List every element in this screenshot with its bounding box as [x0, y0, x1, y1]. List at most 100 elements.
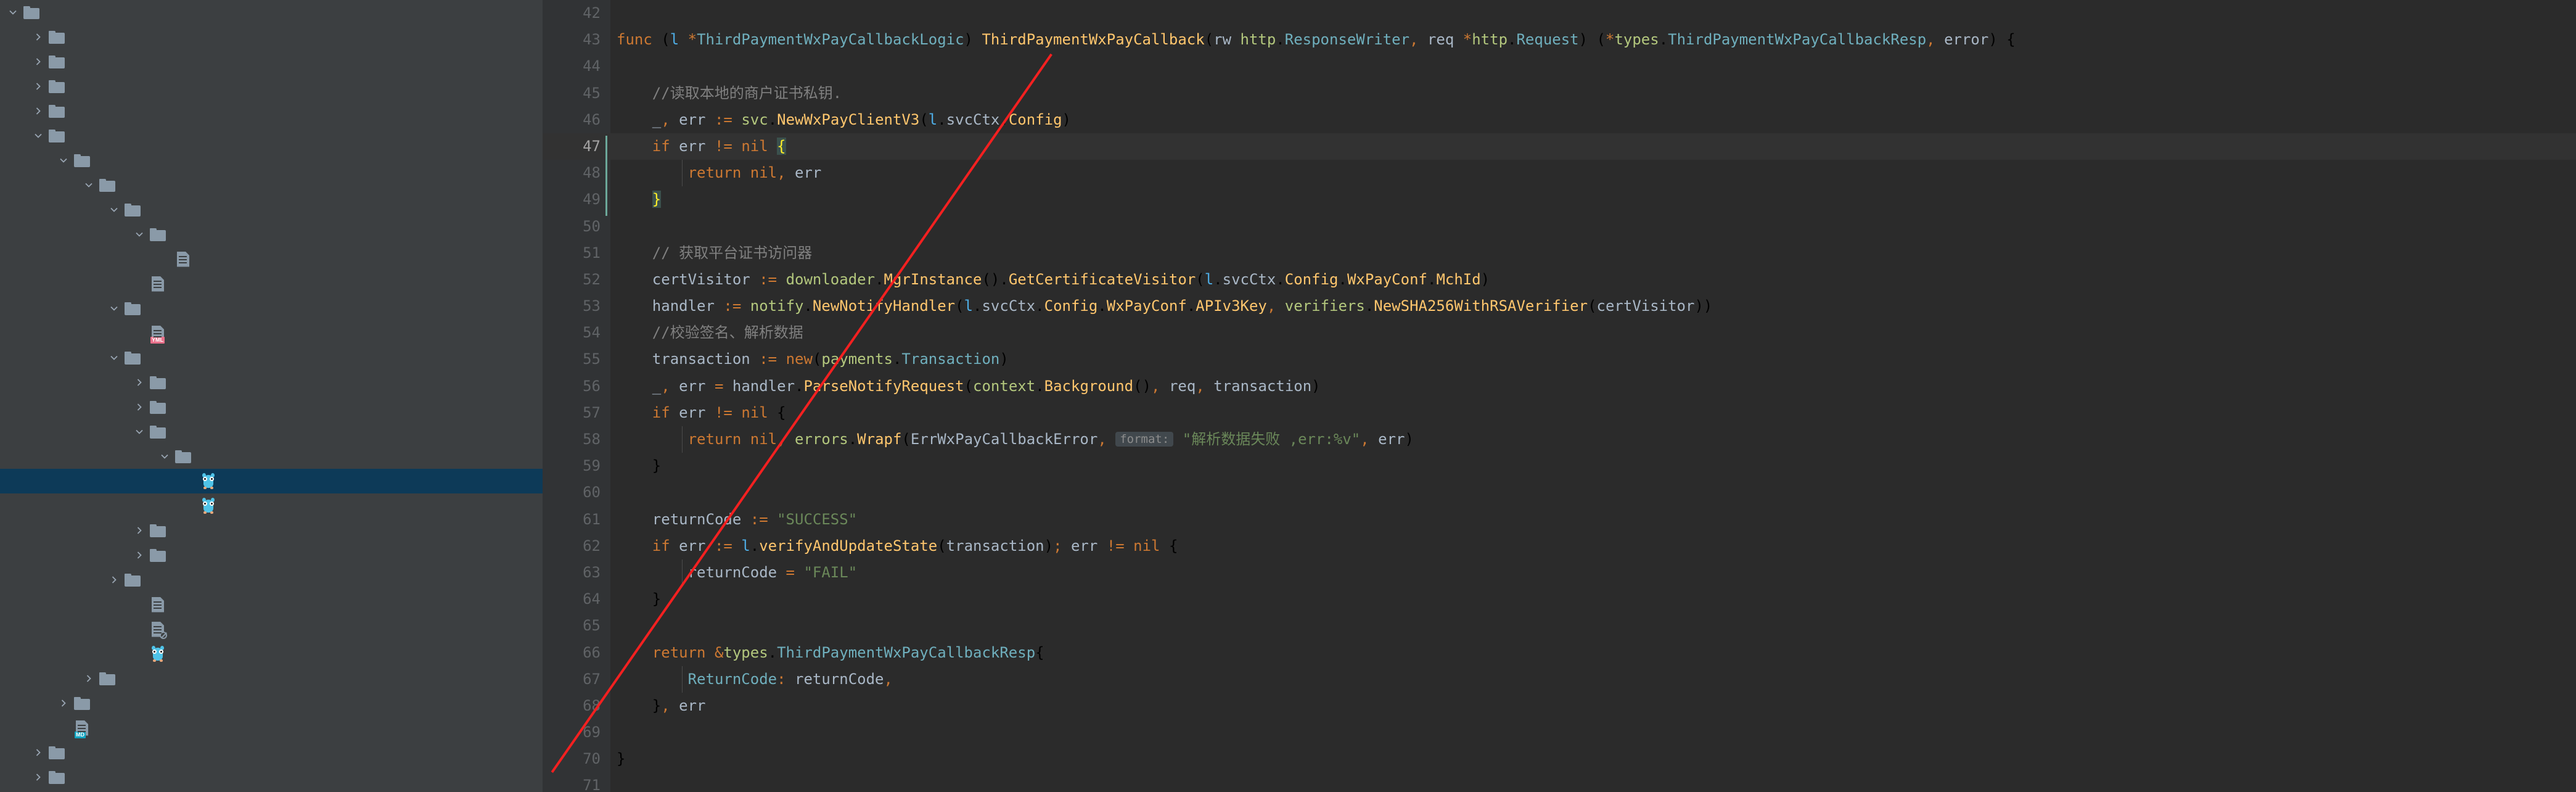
code-line-56[interactable]: _, err = handler.ParseNotifyRequest(cont… [610, 373, 2576, 400]
line-number[interactable]: 58 [543, 426, 610, 453]
line-number[interactable]: 60 [543, 479, 610, 506]
line-number[interactable]: 49 [543, 186, 610, 213]
tree-item-logic[interactable] [0, 419, 543, 444]
code-line-55[interactable]: transaction := new(payments.Transaction) [610, 346, 2576, 373]
code-line-57[interactable]: if err != nil { [610, 400, 2576, 426]
tree-item-thirdpaymentwxpaycallbacklogic[interactable] [0, 469, 543, 493]
line-number[interactable]: 64 [543, 586, 610, 613]
code-line-54[interactable]: //校验签名、解析数据 [610, 320, 2576, 346]
chevron-right-icon[interactable] [131, 547, 147, 563]
code-area[interactable]: func (l *ThirdPaymentWxPayCallbackLogic)… [610, 0, 2576, 792]
line-number[interactable]: 59 [543, 453, 610, 479]
tree-item-model[interactable] [0, 691, 543, 716]
code-line-53[interactable]: handler := notify.NewNotifyHandler(l.svc… [610, 293, 2576, 320]
code-line-59[interactable]: } [610, 453, 2576, 479]
chevron-down-icon[interactable] [106, 202, 122, 218]
code-line-47[interactable]: if err != nil { [610, 133, 2576, 160]
tree-item-handler[interactable] [0, 395, 543, 419]
tree-item-etc[interactable] [0, 296, 543, 321]
tree-item-thirdpayment[interactable] [0, 444, 543, 469]
chevron-right-icon[interactable] [131, 399, 147, 415]
tree-item-internal[interactable] [0, 345, 543, 370]
tree-item--air-toml[interactable] [0, 592, 543, 617]
code-line-50[interactable] [610, 213, 2576, 240]
line-number[interactable]: 67 [543, 666, 610, 693]
chevron-right-icon[interactable] [30, 29, 46, 45]
tree-item-payment-api[interactable] [0, 271, 543, 296]
line-number[interactable]: 51 [543, 240, 610, 266]
editor-pane[interactable]: 42 43 44 45 46 47 48 49 50 51 52 53 54 55 56 57 58 59 60 61… [543, 0, 2576, 792]
chevron-down-icon[interactable] [131, 226, 147, 242]
tree-item-cmd[interactable] [0, 148, 543, 173]
tree-item-config[interactable] [0, 370, 543, 395]
tree-item-desc[interactable] [0, 197, 543, 222]
tree-item-api[interactable] [0, 173, 543, 197]
tree-item-identity[interactable] [0, 25, 543, 49]
line-number[interactable]: 42 [543, 0, 610, 27]
chevron-down-icon[interactable] [106, 300, 122, 316]
code-line-48[interactable]: return nil, err [610, 160, 2576, 187]
chevron-down-icon[interactable] [55, 152, 72, 168]
code-line-68[interactable]: }, err [610, 693, 2576, 719]
tree-item-payment-yaml[interactable]: YML [0, 321, 543, 345]
code-line-51[interactable]: // 获取平台证书访问器 [610, 240, 2576, 266]
line-number[interactable]: 69 [543, 719, 610, 746]
tree-item-readme-md[interactable]: MD [0, 716, 543, 740]
line-number-gutter[interactable]: 42 43 44 45 46 47 48 49 50 51 52 53 54 55 56 57 58 59 60 61… [543, 0, 610, 792]
code-line-58[interactable]: return nil, errors.Wrapf(ErrWxPayCallbac… [610, 426, 2576, 453]
code-line-64[interactable]: } [610, 586, 2576, 613]
chevron-right-icon[interactable] [30, 78, 46, 94]
code-line-43[interactable]: func (l *ThirdPaymentWxPayCallbackLogic)… [610, 27, 2576, 53]
tree-item-order[interactable] [0, 99, 543, 123]
chevron-right-icon[interactable] [30, 103, 46, 119]
line-number[interactable]: 57 [543, 400, 610, 426]
code-line-67[interactable]: ReturnCode: returnCode, [610, 666, 2576, 693]
tree-item-thirdpayment-api[interactable] [0, 247, 543, 271]
line-number[interactable]: 61 [543, 506, 610, 533]
chevron-right-icon[interactable] [30, 745, 46, 761]
tree-item-tmp[interactable] [0, 567, 543, 592]
chevron-right-icon[interactable] [131, 522, 147, 538]
tree-item-svc[interactable] [0, 518, 543, 543]
code-line-45[interactable]: //读取本地的商户证书私钥. [610, 80, 2576, 107]
code-line-63[interactable]: returnCode = "FAIL" [610, 559, 2576, 587]
code-line-70[interactable]: } [610, 746, 2576, 772]
chevron-down-icon[interactable] [30, 128, 46, 144]
chevron-right-icon[interactable] [131, 374, 147, 390]
line-number[interactable]: 63 [543, 559, 610, 586]
tree-item-app[interactable] [0, 0, 543, 25]
line-number[interactable]: 43 [543, 27, 610, 53]
code-line-71[interactable] [610, 772, 2576, 792]
tree-item-usercenter[interactable] [0, 765, 543, 790]
line-number[interactable]: 55 [543, 346, 610, 373]
code-line-61[interactable]: returnCode := "SUCCESS" [610, 506, 2576, 533]
code-line-62[interactable]: if err := l.verifyAndUpdateState(transac… [610, 533, 2576, 559]
tree-item-types[interactable] [0, 543, 543, 567]
chevron-right-icon[interactable] [30, 54, 46, 70]
code-line-49[interactable]: } [610, 186, 2576, 213]
chevron-down-icon[interactable] [131, 424, 147, 440]
line-number[interactable]: 66 [543, 640, 610, 666]
line-number[interactable]: 44 [543, 53, 610, 80]
tree-item-payment[interactable] [0, 123, 543, 148]
tree-item-travel[interactable] [0, 740, 543, 765]
tree-item-rpc[interactable] [0, 666, 543, 691]
tree-item-thirdpayment[interactable] [0, 222, 543, 247]
code-line-69[interactable] [610, 719, 2576, 746]
code-line-44[interactable] [610, 53, 2576, 80]
line-number[interactable]: 54 [543, 320, 610, 346]
line-number[interactable]: 56 [543, 373, 610, 400]
line-number[interactable]: 48 [543, 160, 610, 186]
tree-item-message[interactable] [0, 49, 543, 74]
chevron-down-icon[interactable] [106, 350, 122, 366]
chevron-down-icon[interactable] [157, 448, 173, 464]
line-number[interactable]: 62 [543, 533, 610, 559]
line-number[interactable]: 52 [543, 266, 610, 293]
code-line-66[interactable]: return &types.ThirdPaymentWxPayCallbackR… [610, 640, 2576, 666]
chevron-down-icon[interactable] [5, 4, 21, 20]
chevron-down-icon[interactable] [81, 177, 97, 193]
line-number[interactable]: 53 [543, 293, 610, 320]
line-number[interactable]: 65 [543, 613, 610, 639]
code-line-52[interactable]: certVisitor := downloader.MgrInstance().… [610, 266, 2576, 293]
line-number[interactable]: 71 [543, 772, 610, 792]
